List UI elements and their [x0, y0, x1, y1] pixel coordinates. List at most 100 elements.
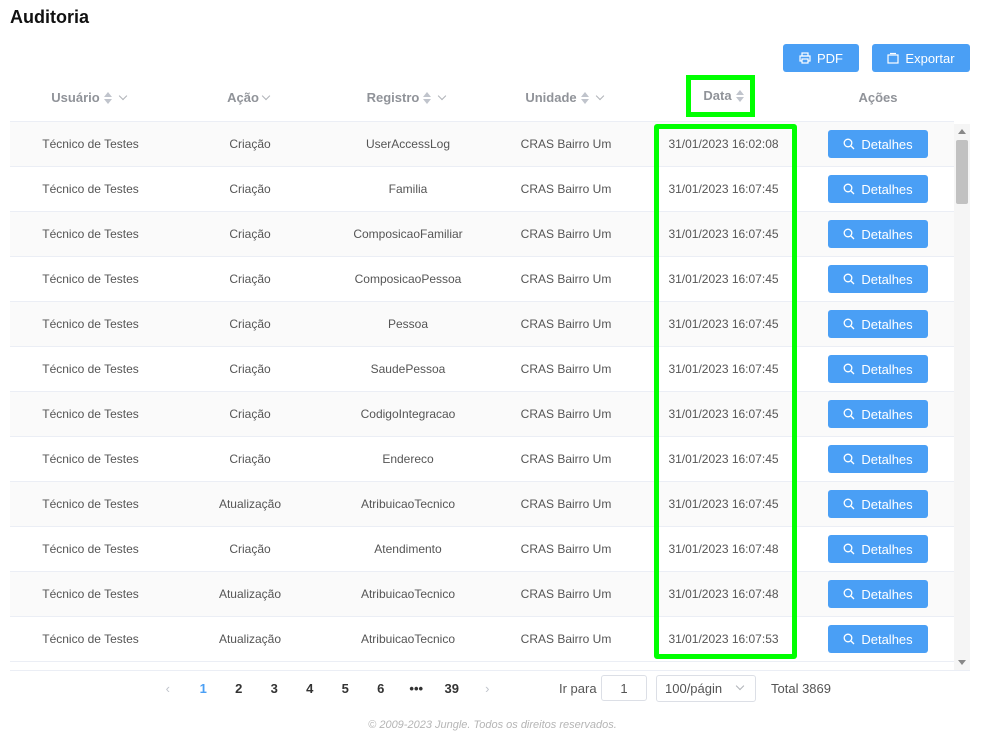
details-button[interactable]: Detalhes	[828, 355, 928, 383]
cell-unidade: CRAS Bairro Um	[520, 632, 612, 646]
table-row: Técnico de Testes Criação SaudePessoa CRAS …	[10, 347, 954, 392]
cell-acoes: Detalhes	[802, 212, 954, 256]
search-icon	[843, 453, 855, 465]
page-button[interactable]: 39	[434, 681, 470, 696]
header-label: Ações	[858, 90, 898, 105]
cell-acao: Criação	[229, 317, 271, 331]
table-row: Técnico de Testes Criação Atendimento CRAS …	[10, 527, 954, 572]
details-button[interactable]: Detalhes	[828, 490, 928, 518]
page-title: Auditoria	[10, 7, 89, 27]
search-icon	[843, 318, 855, 330]
export-button-label: Exportar	[905, 50, 955, 66]
cell-unidade: CRAS Bairro Um	[520, 182, 612, 196]
sort-icon[interactable]	[423, 91, 432, 104]
cell-usuario: Técnico de Testes	[42, 587, 139, 601]
table-row: Técnico de Testes Criação ComposicaoFamili…	[10, 212, 954, 257]
details-button-label: Detalhes	[861, 496, 913, 512]
sort-icon[interactable]	[103, 91, 112, 104]
details-button[interactable]: Detalhes	[828, 445, 928, 473]
goto-page-input[interactable]: 1	[601, 675, 647, 701]
page-button[interactable]: 6	[363, 681, 399, 696]
data-header-highlight	[686, 75, 755, 117]
cell-acoes: Detalhes	[802, 437, 954, 481]
cell-usuario: Técnico de Testes	[42, 182, 139, 196]
page-button[interactable]: 4	[292, 681, 328, 696]
page-size-select[interactable]: 100/págin	[656, 675, 756, 702]
filter-chevron-icon[interactable]	[261, 91, 271, 101]
chevron-down-icon	[735, 681, 745, 691]
cell-registro: Endereco	[382, 452, 434, 466]
cell-unidade: CRAS Bairro Um	[520, 227, 612, 241]
table-row: Técnico de Testes Atualização AtribuicaoTe…	[10, 572, 954, 617]
search-icon	[843, 498, 855, 510]
page-button[interactable]: 2	[221, 681, 257, 696]
header-label: Registro	[366, 90, 420, 105]
table-bottom-border	[10, 670, 970, 671]
cell-usuario: Técnico de Testes	[42, 227, 139, 241]
column-header-usuario[interactable]: Usuário	[10, 74, 171, 121]
details-button-label: Detalhes	[861, 451, 913, 467]
page-button[interactable]: 3	[257, 681, 293, 696]
pagination-ellipsis[interactable]: •••	[399, 681, 435, 696]
details-button[interactable]: Detalhes	[828, 625, 928, 653]
column-header-unidade[interactable]: Unidade	[487, 74, 645, 121]
printer-icon	[799, 52, 811, 64]
column-header-registro[interactable]: Registro	[329, 74, 487, 121]
details-button[interactable]: Detalhes	[828, 175, 928, 203]
cell-registro: CodigoIntegracao	[360, 407, 456, 421]
cell-usuario: Técnico de Testes	[42, 542, 139, 556]
details-button[interactable]: Detalhes	[828, 265, 928, 293]
data-column-highlight	[654, 124, 797, 659]
table-row: Técnico de Testes Criação CodigoIntegracao…	[10, 392, 954, 437]
table-row: Técnico de Testes Criação Pessoa CRAS Bairr…	[10, 302, 954, 347]
scroll-down-icon[interactable]	[958, 660, 966, 665]
footer-copyright: © 2009-2023 Jungle. Todos os direitos re…	[368, 719, 617, 731]
cell-registro: AtribuicaoTecnico	[360, 497, 456, 511]
scrollbar-thumb[interactable]	[956, 140, 968, 204]
filter-chevron-icon[interactable]	[595, 91, 604, 101]
cell-acoes: Detalhes	[802, 482, 954, 526]
details-button-label: Detalhes	[861, 541, 913, 557]
filter-chevron-icon[interactable]	[118, 91, 127, 101]
cell-unidade: CRAS Bairro Um	[520, 542, 612, 556]
details-button[interactable]: Detalhes	[828, 310, 928, 338]
cell-unidade: CRAS Bairro Um	[520, 272, 612, 286]
cell-usuario: Técnico de Testes	[42, 137, 139, 151]
cell-acoes: Detalhes	[802, 572, 954, 616]
chevron-right-icon[interactable]: ›	[470, 681, 506, 696]
pdf-button[interactable]: PDF	[783, 44, 859, 72]
details-button[interactable]: Detalhes	[828, 220, 928, 248]
cell-acao: Criação	[229, 452, 271, 466]
cell-usuario: Técnico de Testes	[42, 452, 139, 466]
cell-unidade: CRAS Bairro Um	[520, 137, 612, 151]
column-header-acoes: Ações	[802, 74, 954, 121]
page-button[interactable]: 5	[328, 681, 364, 696]
cell-acao: Criação	[229, 407, 271, 421]
export-icon	[887, 52, 900, 64]
cell-acao: Atualização	[218, 497, 282, 511]
cell-usuario: Técnico de Testes	[42, 272, 139, 286]
details-button-label: Detalhes	[861, 586, 913, 602]
sort-icon[interactable]	[580, 91, 589, 104]
header-label: Ação	[227, 90, 259, 105]
pdf-button-label: PDF	[817, 50, 843, 66]
cell-registro: Familia	[388, 182, 428, 196]
details-button-label: Detalhes	[861, 271, 913, 287]
chevron-left-icon[interactable]: ‹	[150, 681, 186, 696]
filter-chevron-icon[interactable]	[438, 91, 447, 101]
details-button[interactable]: Detalhes	[828, 400, 928, 428]
search-icon	[843, 363, 855, 375]
table-scrollbar[interactable]	[954, 124, 970, 670]
page-button[interactable]: 1	[186, 681, 222, 696]
details-button[interactable]: Detalhes	[828, 535, 928, 563]
column-header-acao[interactable]: Ação	[171, 74, 329, 121]
cell-acao: Criação	[229, 542, 271, 556]
cell-acao: Atualização	[218, 587, 282, 601]
cell-acao: Criação	[229, 137, 271, 151]
cell-usuario: Técnico de Testes	[42, 497, 139, 511]
export-button[interactable]: Exportar	[872, 44, 970, 72]
details-button[interactable]: Detalhes	[828, 580, 928, 608]
details-button[interactable]: Detalhes	[828, 130, 928, 158]
table-row: Técnico de Testes Criação Familia CRAS Bair…	[10, 167, 954, 212]
scroll-up-icon[interactable]	[958, 129, 966, 134]
